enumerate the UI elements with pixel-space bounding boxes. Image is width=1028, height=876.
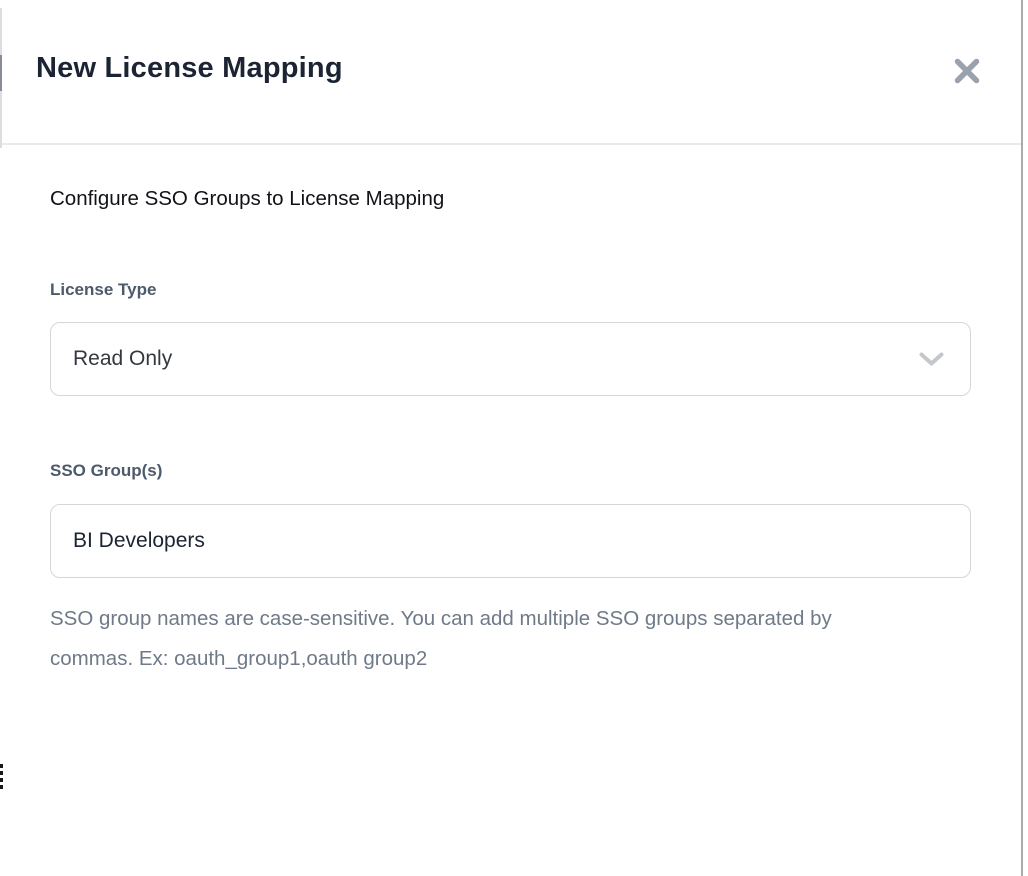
clipped-dash — [0, 764, 3, 768]
clipped-dash — [0, 785, 3, 789]
modal-body: Configure SSO Groups to License Mapping … — [0, 185, 1022, 679]
clipped-dash — [0, 778, 3, 782]
close-button[interactable] — [950, 54, 984, 88]
page-background: New License Mapping Configure SSO Groups… — [0, 0, 1028, 876]
modal-header: New License Mapping — [0, 0, 1022, 145]
license-type-select[interactable]: Read Only — [50, 322, 971, 396]
clipped-list-icon-artifact — [0, 764, 4, 792]
sso-groups-label: SSO Group(s) — [50, 460, 971, 481]
modal-right-edge — [1021, 0, 1023, 876]
new-license-mapping-modal: New License Mapping Configure SSO Groups… — [0, 0, 1022, 876]
close-x-icon — [953, 57, 981, 85]
modal-title: New License Mapping — [36, 50, 977, 86]
chevron-down-icon — [919, 352, 944, 367]
page-left-edge-artifact-dark — [0, 55, 2, 91]
clipped-dash — [0, 771, 3, 775]
modal-subtitle: Configure SSO Groups to License Mapping — [50, 185, 971, 212]
sso-groups-help-text: SSO group names are case-sensitive. You … — [50, 599, 890, 679]
sso-groups-input[interactable] — [50, 504, 971, 578]
license-type-label: License Type — [50, 279, 971, 300]
license-type-selected-value: Read Only — [73, 347, 172, 371]
